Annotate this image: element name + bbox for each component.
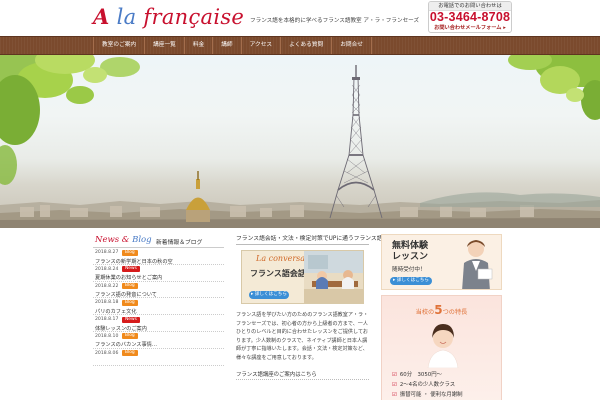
news-title[interactable]: フランスのバカンス事情…	[95, 341, 157, 348]
list-item[interactable]: 2018.8.27 Blog フランスの新学期と日本の秋の空	[93, 248, 224, 265]
nav-item-contact[interactable]: お問合せ	[332, 37, 372, 54]
news-date: 2018.8.27	[95, 250, 119, 255]
logo-word-francaise: française	[143, 5, 245, 29]
news-title[interactable]: フランスの新学期と日本の秋の空	[95, 258, 173, 265]
list-item[interactable]: 2018.8.06 Blog	[93, 349, 224, 366]
logo-word-la: la	[116, 5, 137, 29]
news-logo-blog: Blog	[132, 235, 152, 245]
nav-item-faq[interactable]: よくある質問	[281, 37, 333, 54]
foliage-left	[0, 55, 140, 185]
check-icon: ☑	[392, 392, 397, 398]
feature-item: ☑ 60分 3050円〜	[392, 370, 463, 380]
nav-item-access[interactable]: アクセス	[242, 37, 282, 54]
check-icon: ☑	[392, 382, 397, 388]
site-header: A la française フランス語を本格的に学べるフランス語教室 ア・ラ・…	[0, 0, 600, 36]
news-date: 2018.8.18	[95, 300, 119, 306]
trial-details-button[interactable]: ▸ 詳しくはこちら	[390, 277, 432, 285]
contact-box: お電話でのお問い合わせは 03-3464-8708 お問い合わせメールフォーム …	[428, 1, 512, 33]
news-date: 2018.8.24	[95, 266, 119, 272]
features-title-number: 5	[434, 303, 443, 317]
intro-section: フランス語会話・文法・検定対策でUPに通うフランス語教室 La conversa…	[236, 234, 394, 380]
list-item[interactable]: 2018.8.17 News 体験レッスンのご案内	[93, 315, 224, 332]
nav-item-about[interactable]: 教室のご案内	[94, 37, 146, 54]
site-tagline: フランス語を本格的に学べるフランス語教室 ア・ラ・フランセーズ	[250, 18, 420, 24]
features-title: 当校の5つの特長	[382, 303, 501, 317]
category-badge: News	[122, 266, 140, 273]
features-title-post: つの特長	[442, 309, 468, 316]
trial-title: 無料体験レッスン	[391, 241, 428, 262]
feature-text: 振替可能 ・ 便利な月謝制	[399, 392, 463, 398]
feature-item: ☑ 振替可能 ・ 便利な月謝制	[392, 390, 463, 400]
feature-text: 60分 3050円〜	[399, 372, 442, 378]
invalides-dome	[186, 171, 210, 222]
global-nav-list: 教室のご案内 講座一覧 料金 講師 アクセス よくある質問 お問合せ	[93, 37, 372, 54]
category-badge: Blog	[122, 283, 138, 290]
logo-letter-a: A	[93, 4, 110, 29]
feature-text: 2〜4名の少人数クラス	[399, 382, 456, 388]
category-badge: Blog	[122, 299, 138, 306]
list-item[interactable]: 2018.8.18 Blog パリのカフェ文化	[93, 298, 224, 316]
trial-subtitle: 随時受付中！	[392, 267, 426, 273]
news-logo-news: News	[95, 235, 120, 245]
foliage-right	[508, 55, 600, 120]
eiffel-tower	[329, 65, 383, 219]
conversation-details-button[interactable]: ▸ 詳しくはこちら	[249, 291, 289, 299]
news-blog-section: News & Blog 新着情報＆ブログ 2018.8.27 Blog フランス…	[93, 234, 224, 366]
contact-mail-form-link[interactable]: お問い合わせメールフォーム ▸	[429, 24, 511, 32]
intro-heading: フランス語会話・文法・検定対策でUPに通うフランス語教室	[236, 234, 394, 245]
sidebar-right: 無料体験レッスン 随時受付中！ ▸ 詳しくはこちら 当校の5つの特長 ☑ 60分…	[381, 234, 502, 400]
news-title[interactable]: 夏期休業のお知らせとご案内	[95, 274, 162, 281]
nav-item-teachers[interactable]: 講師	[213, 37, 242, 54]
news-logo-amp: &	[119, 235, 133, 245]
intro-body-text: フランス語を学びたい方のためのフランス語教室ア・ラ・フランセーズでは、初心者の方…	[236, 312, 369, 361]
paris-skyline-illustration	[0, 55, 600, 228]
features-list: ☑ 60分 3050円〜 ☑ 2〜4名の少人数クラス ☑ 振替可能 ・ 便利な月謝制	[392, 370, 463, 400]
free-trial-banner[interactable]: 無料体験レッスン 随時受付中！ ▸ 詳しくはこちら	[381, 234, 502, 290]
news-date: 2018.8.22	[95, 283, 119, 289]
news-blog-header: News & Blog 新着情報＆ブログ	[93, 234, 224, 248]
category-badge: Blog	[122, 249, 138, 256]
feature-item: ☑ 2〜4名の少人数クラス	[392, 380, 463, 390]
news-title[interactable]: 体験レッスンのご案内	[95, 325, 147, 332]
hero-image	[0, 55, 600, 228]
check-icon: ☑	[392, 372, 397, 378]
news-title[interactable]: パリのカフェ文化	[95, 308, 137, 315]
contact-phone-number[interactable]: 03-3464-8708	[429, 11, 511, 24]
news-date: 2018.8.06	[95, 350, 119, 356]
banner-title: フランス語会話	[250, 269, 306, 278]
main-content: News & Blog 新着情報＆ブログ 2018.8.27 Blog フランス…	[0, 228, 600, 400]
student-photo	[427, 324, 459, 368]
classroom-photo	[304, 251, 363, 303]
receptionist-photo	[462, 240, 493, 289]
features-title-pre: 当校の	[415, 309, 435, 316]
list-item[interactable]: 2018.8.22 Blog フランス語の発音について	[93, 282, 224, 299]
site-logo[interactable]: A la française	[93, 4, 244, 30]
list-item[interactable]: 2018.8.24 News 夏期休業のお知らせとご案内	[93, 265, 224, 282]
nav-item-courses[interactable]: 講座一覧	[145, 37, 185, 54]
category-badge: News	[122, 316, 140, 323]
news-blog-logo: News & Blog	[95, 235, 152, 245]
news-title[interactable]: フランス語の発音について	[95, 291, 157, 298]
conversation-banner[interactable]: La conversation フランス語会話 ▸ 詳しくはこちら	[241, 250, 364, 304]
list-item[interactable]: 2018.8.10 Blog フランスのバカンス事情…	[93, 332, 224, 349]
intro-subheading-link[interactable]: フランス語講座のご案内はこちら	[236, 371, 369, 380]
global-nav: 教室のご案内 講座一覧 料金 講師 アクセス よくある質問 お問合せ	[0, 36, 600, 55]
category-badge: Blog	[122, 350, 138, 357]
nav-item-fees[interactable]: 料金	[185, 37, 214, 54]
news-blog-title: 新着情報＆ブログ	[156, 240, 203, 246]
news-date: 2018.8.17	[95, 317, 119, 323]
news-date: 2018.8.10	[95, 333, 119, 339]
features-box: 当校の5つの特長 ☑ 60分 3050円〜 ☑ 2〜4名の少人数クラス ☑ 振替可能 …	[381, 295, 502, 400]
category-badge: Blog	[122, 333, 138, 340]
